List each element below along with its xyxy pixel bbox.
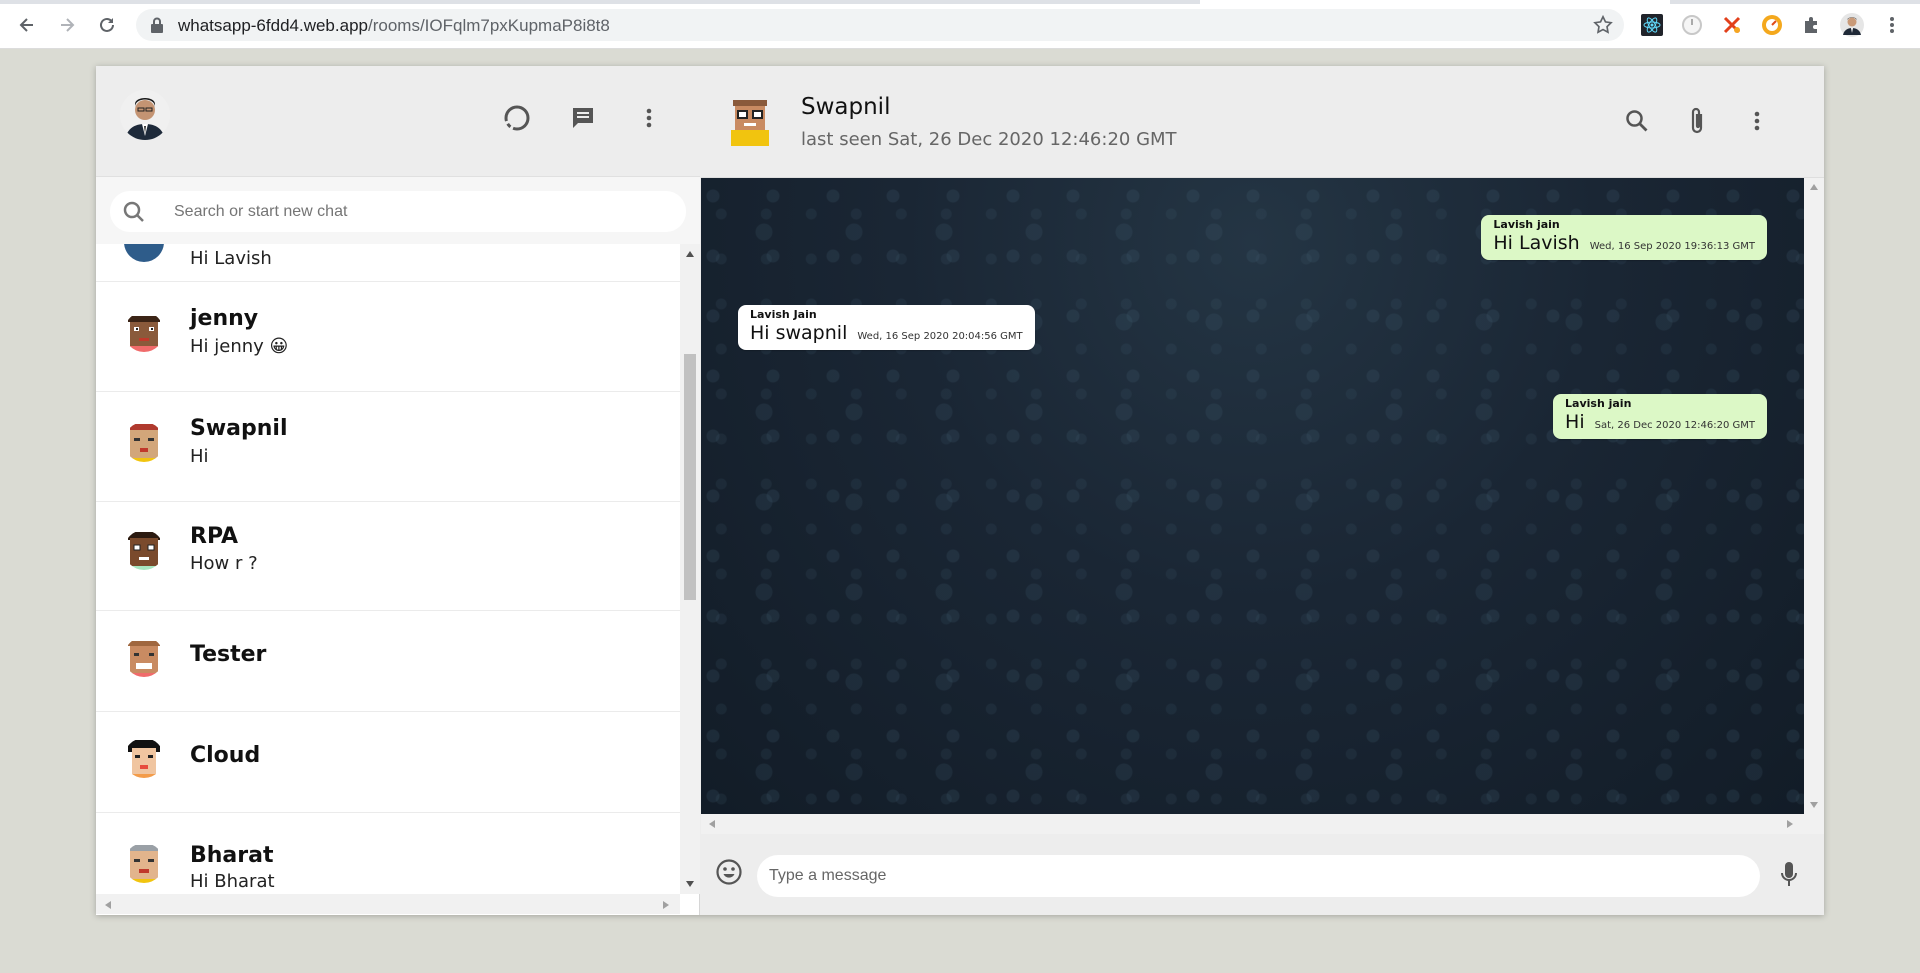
message-bubble: Lavish Jain Hi swapnil Wed, 16 Sep 2020 2… — [738, 305, 1035, 350]
url-host: whatsapp-6fdd4.web.app — [178, 16, 368, 35]
sidebar-header — [96, 66, 700, 177]
chat-list: Hi Lavish jenny Hi jenny 😀 Swapnil Hi RP… — [96, 244, 680, 894]
chat-last-message: Hi jenny 😀 — [190, 336, 289, 357]
scroll-left-arrow-icon[interactable] — [104, 900, 112, 910]
address-bar[interactable]: whatsapp-6fdd4.web.app/rooms/IOFqlm7pxKu… — [136, 9, 1624, 41]
chat-item[interactable]: Swapnil Hi — [96, 392, 680, 502]
chat-body: Lavish jain Hi Lavish Wed, 16 Sep 2020 19… — [701, 178, 1804, 814]
chat-header: Swapnil last seen Sat, 26 Dec 2020 12:46… — [701, 66, 1824, 178]
search-icon — [122, 200, 146, 229]
message-text: Hi swapnil — [750, 322, 848, 344]
back-icon[interactable] — [12, 12, 42, 38]
chat-last-message: How r ? — [190, 553, 258, 574]
scroll-left-arrow-icon[interactable] — [709, 820, 715, 828]
chat-body-scrollbar[interactable] — [1804, 178, 1824, 834]
chat-last-message: Hi Lavish — [190, 248, 272, 269]
message-timestamp: Sat, 26 Dec 2020 12:46:20 GMT — [1594, 420, 1755, 431]
microphone-icon[interactable] — [1779, 860, 1799, 895]
emoji-icon[interactable] — [715, 858, 743, 891]
search-input[interactable] — [174, 191, 664, 232]
chat-name: Bharat — [190, 843, 274, 868]
chat-avatar — [124, 422, 164, 462]
last-seen-text: last seen Sat, 26 Dec 2020 12:46:20 GMT — [801, 129, 1177, 150]
my-avatar[interactable] — [120, 90, 170, 140]
bookmark-star-icon[interactable] — [1592, 14, 1614, 41]
scroll-down-arrow-icon[interactable] — [1810, 802, 1818, 808]
scroll-down-arrow-icon[interactable] — [685, 880, 695, 888]
message-bubble: Lavish jain Hi Sat, 26 Dec 2020 12:46:20 … — [1553, 394, 1767, 439]
chat-body-horizontal-scrollbar[interactable] — [701, 814, 1804, 834]
chat-name: Tester — [190, 642, 267, 667]
chat-item[interactable]: Cloud — [96, 712, 680, 813]
sidebar-menu-icon[interactable] — [632, 101, 666, 135]
chat-menu-icon[interactable] — [1740, 104, 1774, 138]
chat-avatar — [124, 244, 164, 262]
scroll-up-arrow-icon[interactable] — [685, 250, 695, 258]
chat-list-scrollbar[interactable] — [680, 244, 700, 894]
chat-name: Cloud — [190, 743, 261, 768]
scroll-right-arrow-icon[interactable] — [662, 900, 670, 910]
profile-avatar[interactable] — [1840, 13, 1864, 37]
chat-footer — [701, 834, 1824, 915]
timer-extension-icon[interactable] — [1680, 13, 1704, 37]
sidebar: Hi Lavish jenny Hi jenny 😀 Swapnil Hi — [96, 66, 700, 915]
chat-item[interactable]: RPA How r ? — [96, 502, 680, 611]
browser-menu-icon[interactable] — [1880, 13, 1904, 37]
url-path: /rooms/IOFqlm7pxKupmaP8i8t8 — [367, 16, 610, 35]
message-bubble: Lavish jain Hi Lavish Wed, 16 Sep 2020 19… — [1481, 215, 1767, 260]
chat-name: RPA — [190, 524, 239, 549]
scroll-up-arrow-icon[interactable] — [1810, 184, 1818, 190]
chat-last-message: Hi — [190, 446, 209, 467]
app-window: Hi Lavish jenny Hi jenny 😀 Swapnil Hi — [96, 66, 1824, 915]
search-box — [110, 191, 686, 232]
chat-item[interactable]: Tester — [96, 611, 680, 712]
contact-avatar[interactable] — [727, 96, 773, 146]
puzzle-extensions-icon[interactable] — [1800, 13, 1824, 37]
lock-icon — [150, 17, 164, 38]
chat-list-horizontal-scrollbar[interactable] — [96, 894, 680, 914]
message-text: Hi Lavish — [1493, 232, 1580, 254]
reload-icon[interactable] — [92, 12, 122, 38]
browser-toolbar: whatsapp-6fdd4.web.app/rooms/IOFqlm7pxKu… — [0, 0, 1920, 49]
chat-search-icon[interactable] — [1620, 104, 1654, 138]
tab-strip — [0, 0, 1920, 4]
chat-item[interactable]: Bharat Hi Bharat — [96, 813, 680, 894]
message-author: Lavish jain — [1493, 218, 1560, 231]
chat-avatar — [124, 843, 164, 883]
chat-avatar — [124, 637, 164, 677]
chat-avatar — [124, 738, 164, 778]
gauge-extension-icon[interactable] — [1760, 13, 1784, 37]
scroll-right-arrow-icon[interactable] — [1787, 820, 1793, 828]
scrollbar-thumb[interactable] — [684, 354, 696, 600]
chat-avatar — [124, 312, 164, 352]
active-tab[interactable] — [1200, 0, 1670, 4]
chat-item[interactable]: jenny Hi jenny 😀 — [96, 282, 680, 392]
message-author: Lavish Jain — [750, 308, 817, 321]
chat-title: Swapnil — [801, 94, 891, 120]
message-timestamp: Wed, 16 Sep 2020 20:04:56 GMT — [857, 331, 1023, 342]
chat-name: jenny — [190, 306, 259, 331]
chat-avatar — [124, 530, 164, 570]
url-text: whatsapp-6fdd4.web.app/rooms/IOFqlm7pxKu… — [178, 16, 610, 36]
postman-extension-icon[interactable] — [1720, 13, 1744, 37]
react-devtools-icon[interactable] — [1640, 13, 1664, 37]
chat-panel: Swapnil last seen Sat, 26 Dec 2020 12:46… — [701, 66, 1824, 915]
message-timestamp: Wed, 16 Sep 2020 19:36:13 GMT — [1589, 241, 1755, 252]
message-text: Hi — [1565, 411, 1585, 433]
status-icon[interactable] — [500, 101, 534, 135]
chat-item[interactable]: Hi Lavish — [96, 244, 680, 282]
chat-name: Swapnil — [190, 416, 288, 441]
forward-icon[interactable] — [52, 12, 82, 38]
message-input[interactable] — [757, 855, 1760, 897]
attach-icon[interactable] — [1680, 104, 1714, 138]
new-chat-icon[interactable] — [566, 101, 600, 135]
search-container — [96, 177, 700, 244]
chat-last-message: Hi Bharat — [190, 871, 275, 892]
message-author: Lavish jain — [1565, 397, 1632, 410]
